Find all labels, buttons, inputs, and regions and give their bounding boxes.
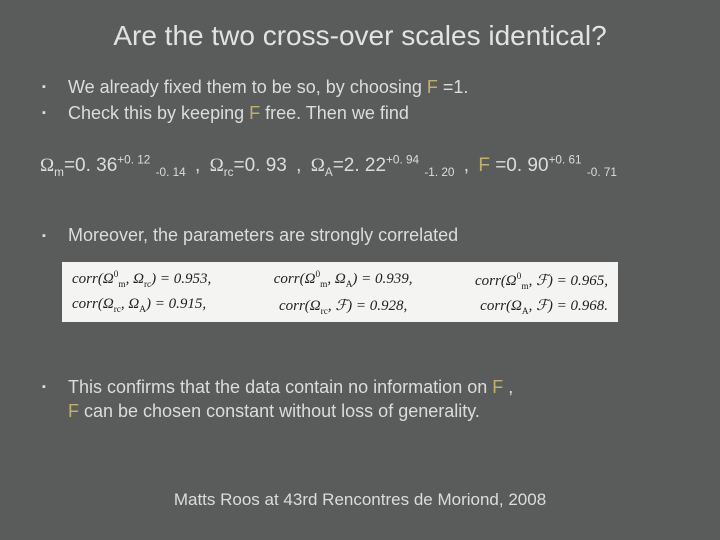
footer-attribution: Matts Roos at 43rd Rencontres de Moriond…	[0, 490, 720, 510]
bullet-3: ▪ Moreover, the parameters are strongly …	[42, 225, 690, 246]
sep: ,	[458, 155, 474, 176]
text: =1.	[438, 77, 469, 97]
sub: rc	[224, 166, 234, 179]
bullet-group-3: ▪ This confirms that the data contain no…	[42, 375, 690, 424]
bullet-icon: ▪	[42, 225, 68, 242]
err-dn: -1. 20	[424, 166, 454, 179]
sep: ,	[190, 155, 206, 176]
bullet-icon: ▪	[42, 375, 68, 395]
text: free. Then we find	[260, 103, 409, 123]
sub: m	[54, 166, 64, 179]
bullet-4: ▪ This confirms that the data contain no…	[42, 375, 690, 399]
bullet-3-text: Moreover, the parameters are strongly co…	[68, 225, 458, 246]
text: We already fixed them to be so, by choos…	[68, 77, 427, 97]
corr-5: corr(Ωrc, ℱ) = 0.928,	[279, 296, 407, 315]
corr-2: corr(Ω0m, ΩA) = 0.939,	[274, 271, 413, 290]
slide-title: Are the two cross-over scales identical?	[0, 20, 720, 52]
bullet-2: ▪ Check this by keeping F free. Then we …	[42, 101, 690, 125]
text: ,	[503, 377, 513, 397]
symbol-F: F	[478, 155, 490, 176]
omega-symbol: Ω	[40, 155, 54, 176]
err-dn: -0. 14	[156, 166, 186, 179]
bullet-4-cont: F can be chosen constant without loss of…	[68, 399, 690, 423]
corr-6: corr(ΩA, ℱ) = 0.968.	[480, 296, 608, 315]
corr-4: corr(Ωrc, ΩA) = 0.915,	[72, 296, 206, 315]
bullet-icon: ▪	[42, 75, 68, 95]
symbol-F: F	[492, 377, 503, 397]
bullet-1-text: We already fixed them to be so, by choos…	[68, 75, 468, 99]
symbol-F: F	[249, 103, 260, 123]
val: =0. 90	[490, 155, 549, 176]
err-up: +0. 12	[117, 154, 150, 167]
symbol-F: F	[68, 401, 79, 421]
bullet-4-text: This confirms that the data contain no i…	[68, 375, 513, 399]
corr-line-2: corr(Ωrc, ΩA) = 0.915, corr(Ωrc, ℱ) = 0.…	[72, 296, 608, 315]
omega-symbol: Ω	[311, 155, 325, 176]
bullet-group-2: ▪ Moreover, the parameters are strongly …	[42, 225, 690, 246]
correlation-panel: corr(Ω0m, Ωrc) = 0.953, corr(Ω0m, ΩA) = …	[62, 262, 618, 322]
bullet-2-text: Check this by keeping F free. Then we fi…	[68, 101, 409, 125]
text: Check this by keeping	[68, 103, 249, 123]
slide: Are the two cross-over scales identical?…	[0, 0, 720, 540]
sep: ,	[291, 155, 307, 176]
val: =2. 22	[333, 155, 386, 176]
val: =0. 93	[234, 155, 287, 176]
err-up: +0. 61	[549, 154, 582, 167]
corr-3: corr(Ω0m, ℱ) = 0.965,	[475, 271, 608, 290]
sub: A	[325, 166, 333, 179]
bullet-1: ▪ We already fixed them to be so, by cho…	[42, 75, 690, 99]
corr-1: corr(Ω0m, Ωrc) = 0.953,	[72, 271, 211, 290]
bullet-group-1: ▪ We already fixed them to be so, by cho…	[42, 75, 690, 128]
equation-line: Ωm=0. 36+0. 12 -0. 14 , Ωrc=0. 93 , ΩA=2…	[40, 155, 705, 177]
bullet-icon: ▪	[42, 101, 68, 121]
omega-symbol: Ω	[210, 155, 224, 176]
err-dn: -0. 71	[587, 166, 617, 179]
symbol-F: F	[427, 77, 438, 97]
text: This confirms that the data contain no i…	[68, 377, 492, 397]
corr-line-1: corr(Ω0m, Ωrc) = 0.953, corr(Ω0m, ΩA) = …	[72, 271, 608, 290]
text: can be chosen constant without loss of g…	[79, 401, 480, 421]
val: =0. 36	[64, 155, 117, 176]
err-up: +0. 94	[386, 154, 419, 167]
